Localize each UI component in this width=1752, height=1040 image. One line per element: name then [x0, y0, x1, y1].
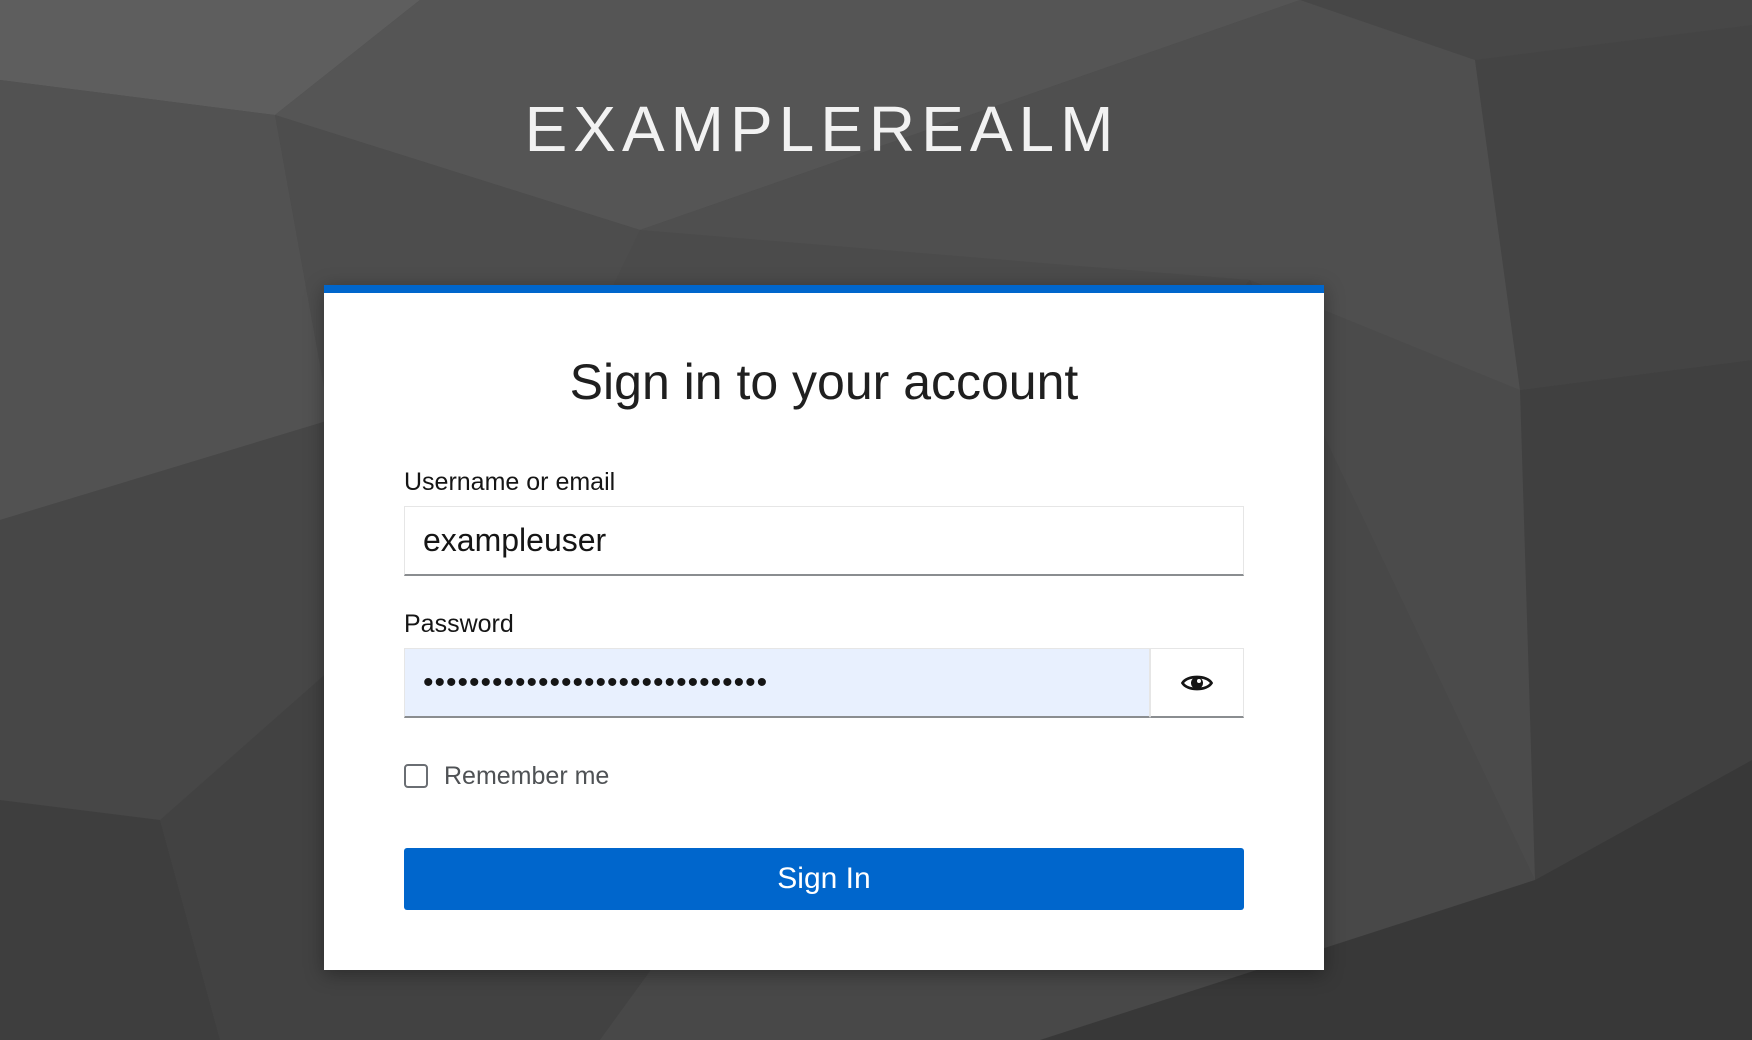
password-label: Password — [404, 610, 514, 638]
password-field[interactable] — [404, 648, 1150, 718]
eye-icon — [1181, 675, 1213, 690]
remember-me-row[interactable]: Remember me — [404, 756, 609, 796]
password-group — [404, 648, 1244, 718]
show-password-button[interactable] — [1150, 648, 1244, 718]
login-card: Sign in to your account Username or emai… — [324, 285, 1324, 970]
remember-me-label[interactable]: Remember me — [444, 762, 609, 791]
realm-title: EXAMPLEREALM — [524, 93, 1120, 165]
sign-in-button[interactable]: Sign In — [404, 848, 1244, 910]
remember-me-checkbox[interactable] — [404, 764, 428, 788]
username-field[interactable] — [404, 506, 1244, 576]
username-label: Username or email — [404, 468, 616, 496]
login-heading: Sign in to your account — [569, 354, 1079, 410]
